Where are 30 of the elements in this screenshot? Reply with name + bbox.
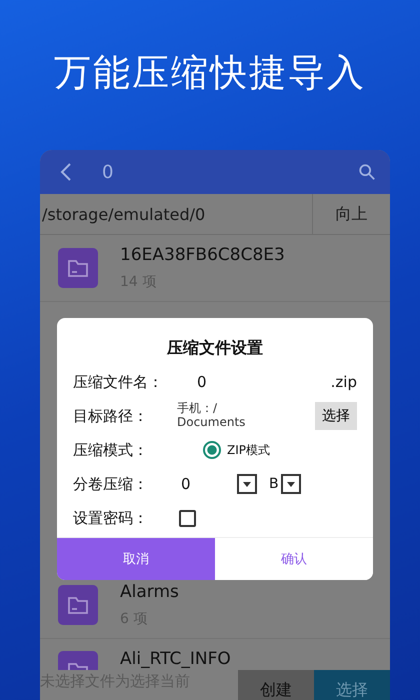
app-bar-title: 0 (102, 162, 114, 182)
up-button[interactable]: 向上 (312, 194, 390, 234)
folder-name: Alarms (120, 582, 179, 602)
extension-text: .zip (330, 373, 357, 391)
checkbox[interactable] (179, 510, 196, 526)
folder-icon (58, 248, 98, 288)
select-button[interactable]: 选择 (314, 670, 390, 700)
field-label: 目标路径： (73, 406, 149, 426)
path-text: /storage/emulated/0 (41, 204, 206, 224)
dialog-title: 压缩文件设置 (166, 338, 264, 359)
target-path-text: 手机：/ Documents (177, 402, 246, 430)
radio-label: ZIP模式 (227, 442, 270, 458)
radio-button[interactable] (203, 441, 221, 459)
field-label: 设置密码： (73, 508, 149, 528)
field-label: 压缩文件名： (73, 372, 164, 392)
folder-name: Ali_RTC_INFO (120, 649, 231, 669)
cancel-button[interactable]: 取消 (57, 538, 215, 580)
unit-text: B (269, 476, 279, 492)
folder-name: 16EA38FB6C8C8E3 (120, 245, 285, 265)
dropdown-icon[interactable] (237, 474, 257, 494)
field-label: 压缩模式： (73, 440, 149, 460)
choose-button[interactable]: 选择 (315, 402, 357, 430)
search-icon[interactable] (358, 163, 376, 181)
folder-icon (58, 651, 98, 671)
create-button[interactable]: 创建 (238, 670, 314, 700)
dropdown-icon[interactable] (280, 474, 301, 494)
field-label: 分卷压缩： (73, 474, 149, 494)
headline: 万能压缩快捷导入 (53, 50, 367, 96)
folder-icon (58, 585, 98, 625)
back-icon[interactable] (60, 162, 72, 182)
